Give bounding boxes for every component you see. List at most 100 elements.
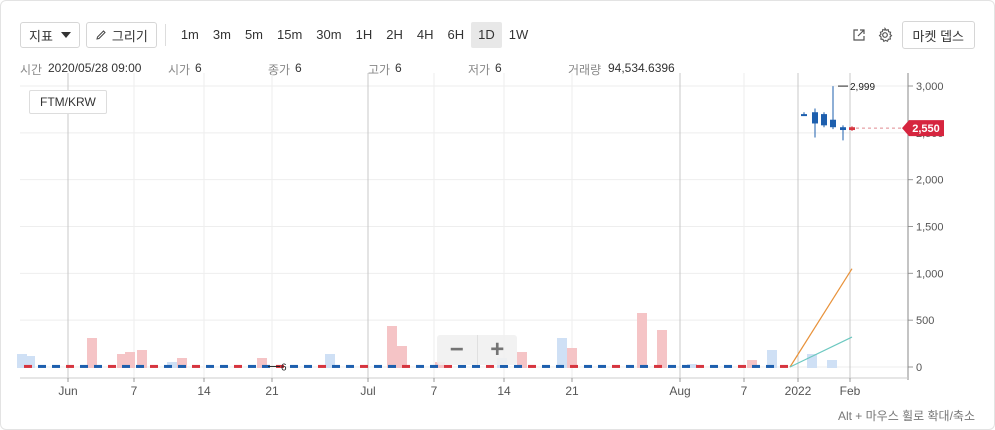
flat-candle <box>766 364 774 368</box>
flat-candle <box>710 364 718 368</box>
volume-bar <box>657 330 667 368</box>
flat-candle <box>724 364 732 368</box>
flat-candle <box>500 364 508 368</box>
flat-candle <box>24 364 32 368</box>
price-axis: 05001,0001,5002,0002,5003,000 <box>907 73 944 380</box>
x-tick-label: Aug <box>669 384 690 398</box>
volume-bar <box>397 346 407 368</box>
low-marker-label: 6 <box>281 362 287 373</box>
x-tick-label: 7 <box>741 384 748 398</box>
x-tick-label: Jul <box>360 384 375 398</box>
flat-candle <box>220 364 228 368</box>
flat-candle <box>458 364 466 368</box>
moving-averages <box>789 268 853 368</box>
candle-body <box>821 114 827 126</box>
flat-candle <box>640 364 648 368</box>
flat-candle <box>374 364 382 368</box>
flat-candle <box>66 364 74 368</box>
flat-candle <box>430 364 438 368</box>
x-tick-label: Feb <box>840 384 861 398</box>
flat-candle <box>542 364 550 368</box>
flat-candle <box>584 364 592 368</box>
candle-body <box>812 112 818 124</box>
flat-candle <box>696 364 704 368</box>
flat-candle <box>556 364 564 368</box>
x-tick-label: Jun <box>58 384 77 398</box>
flat-candle <box>52 364 60 368</box>
flat-candle <box>318 364 326 368</box>
candle-body <box>830 119 836 128</box>
x-tick-label: 21 <box>565 384 579 398</box>
y-tick-label: 3,000 <box>916 81 944 93</box>
flat-candle <box>738 364 746 368</box>
current-price-label: 2,550 <box>912 123 940 135</box>
x-tick-label: 7 <box>131 384 138 398</box>
zoom-control: − + <box>437 335 517 365</box>
candle-body <box>840 127 846 131</box>
y-tick-label: 500 <box>916 315 934 327</box>
flat-candle <box>346 364 354 368</box>
flat-candle <box>444 364 452 368</box>
flat-candle <box>248 364 256 368</box>
x-tick-label: 14 <box>197 384 211 398</box>
candles <box>801 86 855 141</box>
flat-candle <box>234 364 242 368</box>
flat-candle <box>626 364 634 368</box>
x-tick-label: 2022 <box>785 384 812 398</box>
flat-candle <box>150 364 158 368</box>
flat-candle <box>80 364 88 368</box>
flat-candle <box>416 364 424 368</box>
flat-candle <box>598 364 606 368</box>
flat-price-segment <box>24 364 788 368</box>
flat-candle <box>752 364 760 368</box>
volume-bars <box>17 313 837 368</box>
candle-body <box>801 114 807 117</box>
zoom-hint: Alt + 마우스 휠로 확대/축소 <box>837 409 975 423</box>
zoom-in-button[interactable]: + <box>476 335 518 365</box>
y-tick-label: 2,000 <box>916 175 944 187</box>
pair-label: FTM/KRW <box>29 90 107 114</box>
flat-candle <box>192 364 200 368</box>
flat-candle <box>136 364 144 368</box>
y-tick-label: 0 <box>916 362 922 374</box>
flat-candle <box>570 364 578 368</box>
flat-candle <box>164 364 172 368</box>
high-marker-label: 2,999 <box>850 82 875 93</box>
flat-candle <box>780 364 788 368</box>
flat-candle <box>206 364 214 368</box>
flat-candle <box>304 364 312 368</box>
flat-candle <box>654 364 662 368</box>
volume-bar <box>87 338 97 368</box>
time-axis: Jun 7 14 21 Jul 7 14 21 Aug 7 2022 Feb <box>20 377 908 398</box>
flat-candle <box>472 364 480 368</box>
y-tick-label: 1,500 <box>916 222 944 234</box>
flat-candle <box>38 364 46 368</box>
flat-candle <box>612 364 620 368</box>
chart-grid <box>20 73 908 378</box>
flat-candle <box>388 364 396 368</box>
y-tick-label: 1,000 <box>916 268 944 280</box>
flat-candle <box>486 364 494 368</box>
flat-candle <box>332 364 340 368</box>
flat-candle <box>94 364 102 368</box>
flat-candle <box>514 364 522 368</box>
volume-bar <box>387 326 397 368</box>
flat-candle <box>360 364 368 368</box>
flat-candle <box>290 364 298 368</box>
flat-candle <box>682 364 690 368</box>
flat-candle <box>122 364 130 368</box>
x-tick-label: 14 <box>497 384 511 398</box>
candle-body <box>849 127 855 131</box>
volume-bar <box>637 313 647 368</box>
flat-candle <box>178 364 186 368</box>
price-chart[interactable]: 05001,0001,5002,0002,5003,000 Jun71421Ju… <box>0 0 995 430</box>
flat-candle <box>108 364 116 368</box>
x-tick-label: 21 <box>265 384 279 398</box>
flat-candle <box>528 364 536 368</box>
zoom-out-button[interactable]: − <box>437 335 477 365</box>
x-tick-label: 7 <box>431 384 438 398</box>
flat-candle <box>668 364 676 368</box>
volume-bar <box>557 338 567 368</box>
volume-bar <box>827 360 837 368</box>
flat-candle <box>402 364 410 368</box>
